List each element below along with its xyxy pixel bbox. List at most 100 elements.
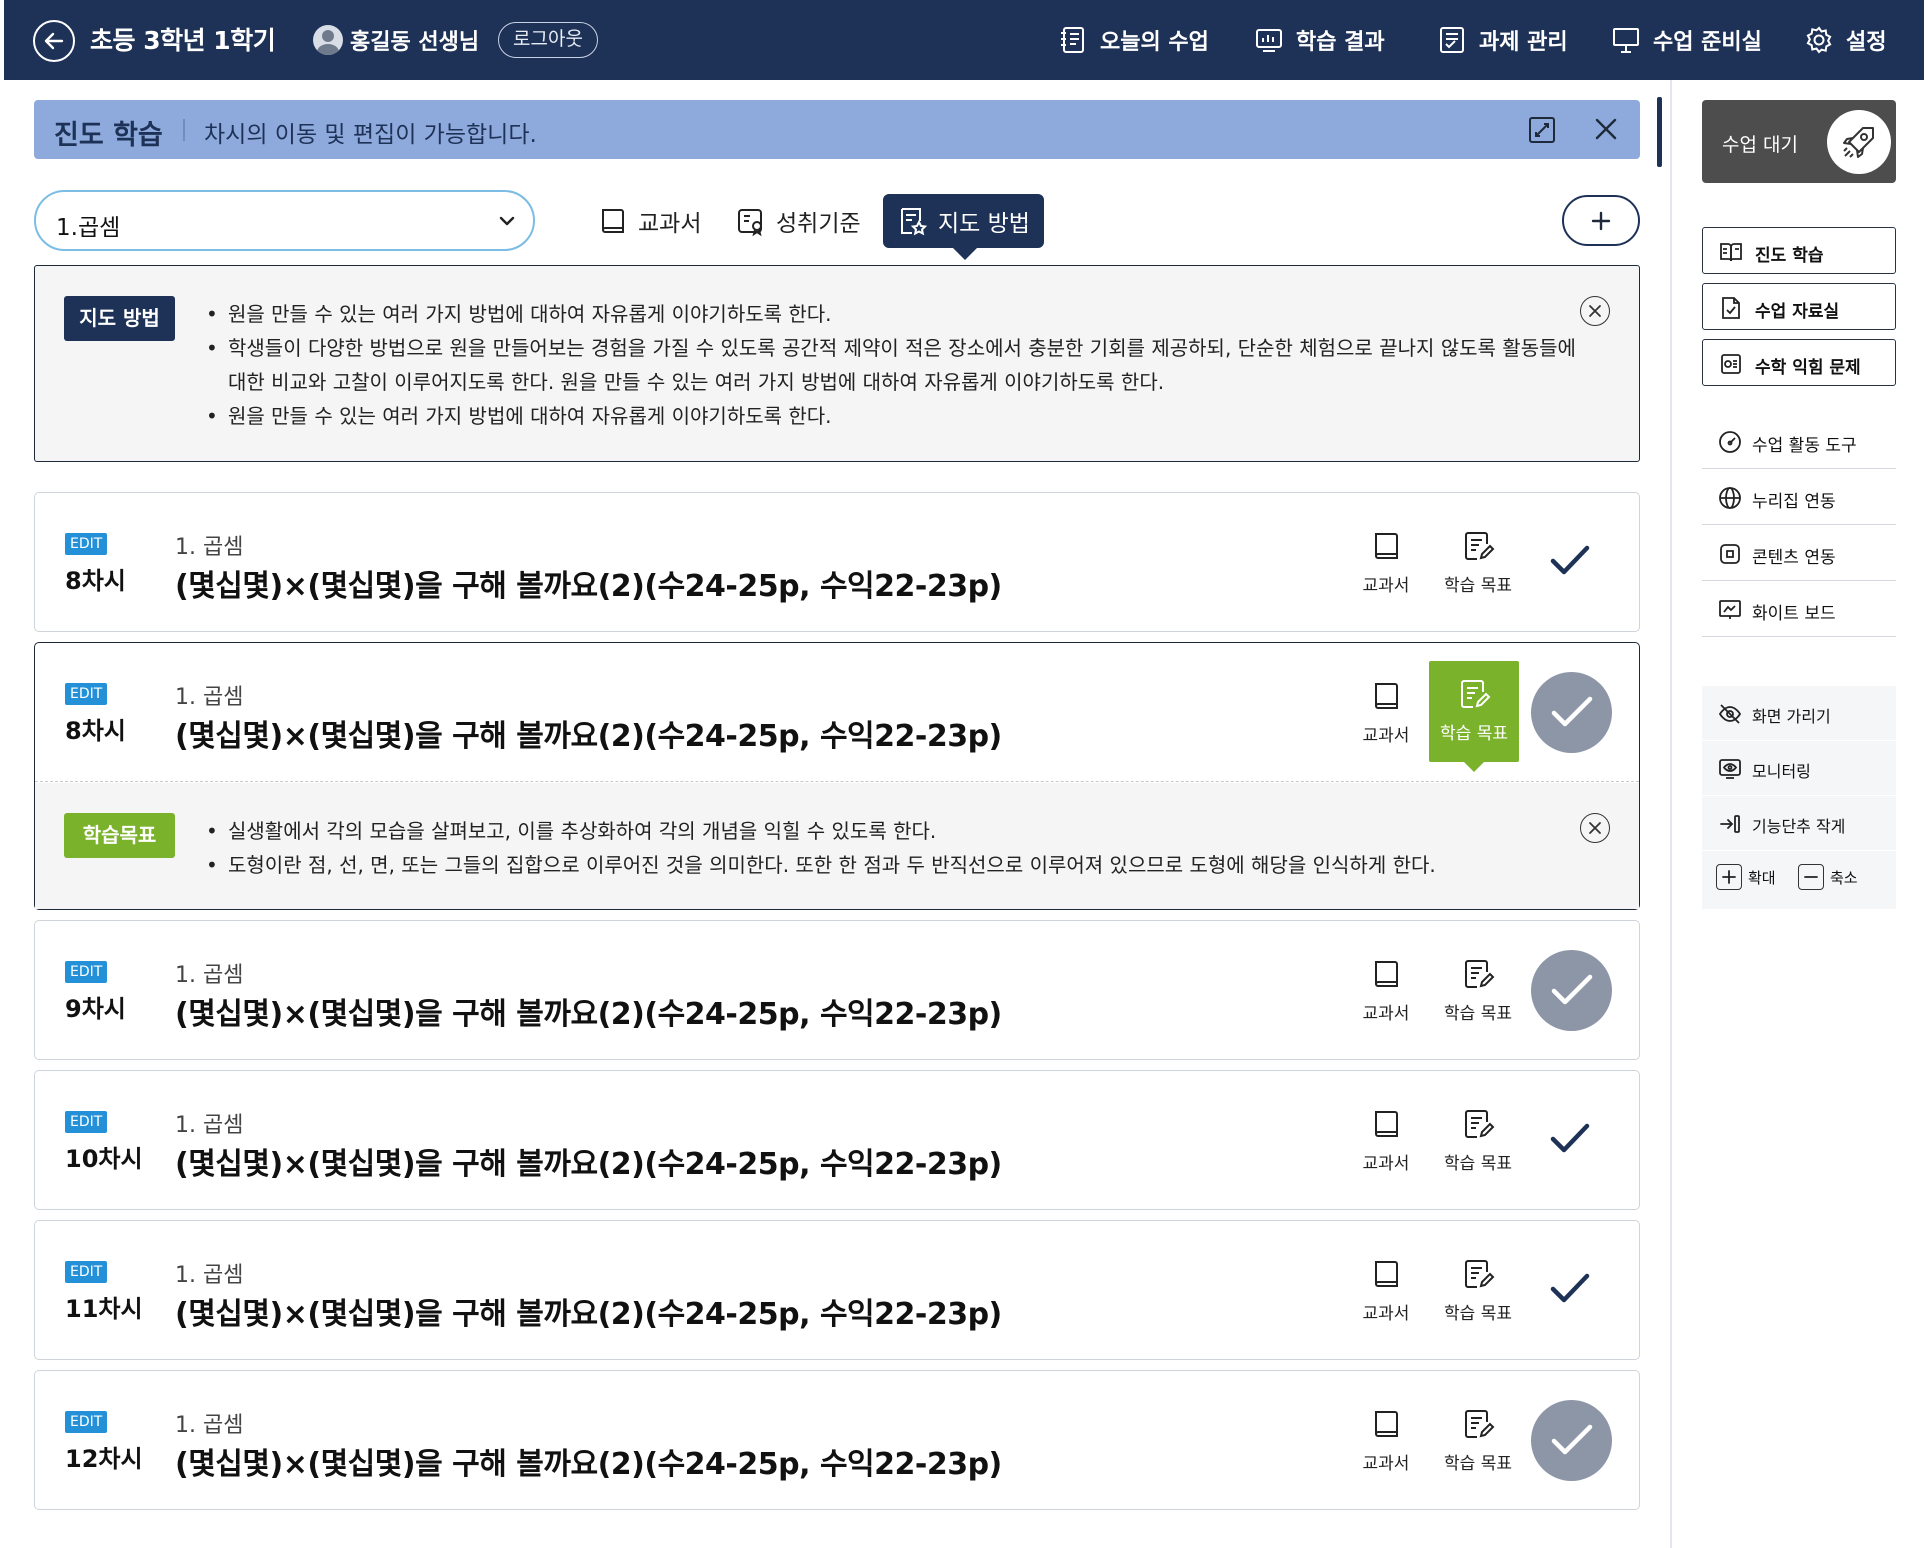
learning-goal-button-active[interactable]: 학습 목표 <box>1429 661 1519 762</box>
guide-method-list: 원을 만들 수 있는 여러 가지 방법에 대하여 자유롭게 이야기하도록 한다.… <box>206 297 1591 433</box>
learning-goal-button[interactable]: 학습 목표 <box>1433 1103 1523 1183</box>
panel-close-button[interactable] <box>1594 117 1618 141</box>
tab-achievement-standard[interactable]: 성취기준 <box>735 194 861 248</box>
lesson-card[interactable]: EDIT 9차시 1. 곱셈 (몇십몇)×(몇십몇)을 구해 볼까요(2)(수2… <box>34 920 1640 1060</box>
textbook-icon <box>1375 1111 1398 1137</box>
learning-goal-button[interactable]: 학습 목표 <box>1433 953 1523 1033</box>
textbook-button[interactable]: 교과서 <box>1347 1403 1425 1483</box>
lesson-card[interactable]: EDIT 12차시 1. 곱셈 (몇십몇)×(몇십몇)을 구해 볼까요(2)(수… <box>34 1370 1640 1510</box>
edit-badge[interactable]: EDIT <box>65 1411 108 1433</box>
chapter-name: 1. 곱셈 <box>175 685 244 710</box>
unit-select-value: 1.곱셈 <box>56 215 121 241</box>
chart-report-icon <box>1256 29 1282 52</box>
button-label: 학습 목표 <box>1444 1154 1512 1174</box>
sidebar-tool-whiteboard[interactable]: 화이트 보드 <box>1702 581 1896 637</box>
goal-close-button[interactable] <box>1580 813 1610 843</box>
guide-close-button[interactable] <box>1580 296 1610 326</box>
top-bar: 초등 3학년 1학기 홍길동 선생님 로그아웃 오늘의 수업 학습 결과 과제 … <box>4 0 1924 80</box>
session-number: 11차시 <box>65 1295 143 1323</box>
class-wait-label: 수업 대기 <box>1722 134 1798 156</box>
tab-label: 교과서 <box>638 211 702 237</box>
edit-badge[interactable]: EDIT <box>65 533 108 555</box>
sidebar-item-monitoring[interactable]: 모니터링 <box>1702 741 1896 796</box>
sidebar-tool-content[interactable]: 콘텐츠 연동 <box>1702 525 1896 581</box>
textbook-icon <box>1375 683 1398 709</box>
completed-status-button[interactable] <box>1531 950 1612 1031</box>
sidebar-tool-activity[interactable]: 수업 활동 도구 <box>1702 413 1896 469</box>
sidebar-item-hide-screen[interactable]: 화면 가리기 <box>1702 686 1896 741</box>
goal-edit-icon <box>1461 680 1491 708</box>
sidebar-item-label: 기능단추 작게 <box>1752 817 1846 836</box>
textbook-button[interactable]: 교과서 <box>1347 1103 1425 1183</box>
scroll-indicator[interactable] <box>1657 97 1662 167</box>
nav-class-prep-room[interactable]: 수업 준비실 <box>1611 0 1762 80</box>
chapter-name: 1. 곱셈 <box>175 1263 244 1288</box>
check-icon <box>1550 1273 1590 1303</box>
lesson-title: (몇십몇)×(몇십몇)을 구해 볼까요(2)(수24-25p, 수익22-23p… <box>175 1447 1002 1482</box>
check-icon <box>1550 1123 1590 1153</box>
open-book-icon <box>1720 243 1742 262</box>
learning-goal-button[interactable]: 학습 목표 <box>1433 1253 1523 1333</box>
divider <box>35 781 1639 782</box>
lesson-title: (몇십몇)×(몇십몇)을 구해 볼까요(2)(수24-25p, 수익22-23p… <box>175 569 1002 604</box>
unit-select[interactable]: 1.곱셈 <box>34 190 535 251</box>
edit-badge[interactable]: EDIT <box>65 1261 108 1283</box>
check-icon <box>1551 974 1593 1005</box>
complete-check-button[interactable] <box>1545 1113 1595 1163</box>
course-title: 초등 3학년 1학기 <box>90 26 276 55</box>
textbook-icon <box>1375 533 1398 559</box>
edit-badge[interactable]: EDIT <box>65 1111 108 1133</box>
tab-guide-method[interactable]: 지도 방법 <box>883 194 1044 248</box>
lesson-card[interactable]: EDIT 10차시 1. 곱셈 (몇십몇)×(몇십몇)을 구해 볼까요(2)(수… <box>34 1070 1640 1210</box>
sidebar-item-shrink-buttons[interactable]: 기능단추 작게 <box>1702 796 1896 851</box>
completed-status-button[interactable] <box>1531 672 1612 753</box>
logout-button[interactable]: 로그아웃 <box>498 22 598 58</box>
sidebar-tool-homepage[interactable]: 누리집 연동 <box>1702 469 1896 525</box>
textbook-button[interactable]: 교과서 <box>1347 1253 1425 1333</box>
nav-label: 과제 관리 <box>1479 30 1568 55</box>
sidebar-button-class-materials[interactable]: 수업 자료실 <box>1702 283 1896 330</box>
expand-button[interactable] <box>1528 116 1556 144</box>
lesson-card[interactable]: EDIT 11차시 1. 곱셈 (몇십몇)×(몇십몇)을 구해 볼까요(2)(수… <box>34 1220 1640 1360</box>
completed-status-button[interactable] <box>1531 1400 1612 1481</box>
nav-settings[interactable]: 설정 <box>1804 0 1886 80</box>
complete-check-button[interactable] <box>1545 1263 1595 1313</box>
lesson-title: (몇십몇)×(몇십몇)을 구해 볼까요(2)(수24-25p, 수익22-23p… <box>175 997 1002 1032</box>
lesson-card[interactable]: EDIT 8차시 1. 곱셈 (몇십몇)×(몇십몇)을 구해 볼까요(2)(수2… <box>34 492 1640 632</box>
textbook-button[interactable]: 교과서 <box>1347 675 1425 755</box>
tab-textbook[interactable]: 교과서 <box>597 194 701 248</box>
board-icon <box>1613 28 1639 53</box>
textbook-button[interactable]: 교과서 <box>1347 953 1425 1033</box>
session-number: 8차시 <box>65 567 126 595</box>
lesson-card-expanded[interactable]: EDIT 8차시 1. 곱셈 (몇십몇)×(몇십몇)을 구해 볼까요(2)(수2… <box>34 642 1640 910</box>
nav-today-class[interactable]: 오늘의 수업 <box>1058 0 1209 80</box>
zoom-out-button[interactable]: 축소 <box>1798 864 1858 890</box>
notebook-icon <box>1061 27 1084 53</box>
textbook-button[interactable]: 교과서 <box>1347 525 1425 605</box>
rocket-icon <box>1827 110 1891 174</box>
back-button[interactable] <box>33 20 75 62</box>
zoom-in-button[interactable]: 확대 <box>1716 864 1776 890</box>
textbook-icon <box>1375 1261 1398 1287</box>
textbook-icon <box>1375 961 1398 987</box>
nav-learning-results[interactable]: 학습 결과 <box>1254 0 1385 80</box>
learning-goal-button[interactable]: 학습 목표 <box>1433 1403 1523 1483</box>
sidebar-item-label: 화면 가리기 <box>1752 707 1831 726</box>
edit-badge[interactable]: EDIT <box>65 683 108 705</box>
learning-goal-button[interactable]: 학습 목표 <box>1433 525 1523 605</box>
textbook-icon <box>602 209 624 233</box>
nav-assignment-management[interactable]: 과제 관리 <box>1437 0 1568 80</box>
globe-icon <box>1719 487 1741 509</box>
sidebar-button-progress-learning[interactable]: 진도 학습 <box>1702 227 1896 274</box>
guide-method-icon <box>901 208 928 236</box>
goal-edit-icon <box>1465 532 1495 560</box>
gauge-icon <box>1719 431 1741 453</box>
plus-icon <box>1716 864 1742 890</box>
chapter-name: 1. 곱셈 <box>175 535 244 560</box>
gear-icon <box>1806 26 1832 54</box>
complete-check-button[interactable] <box>1545 535 1595 585</box>
sidebar-button-math-practice[interactable]: 수학 익힘 문제 <box>1702 339 1896 386</box>
class-wait-button[interactable]: 수업 대기 <box>1702 100 1896 183</box>
edit-badge[interactable]: EDIT <box>65 961 108 983</box>
add-button[interactable] <box>1562 195 1640 246</box>
